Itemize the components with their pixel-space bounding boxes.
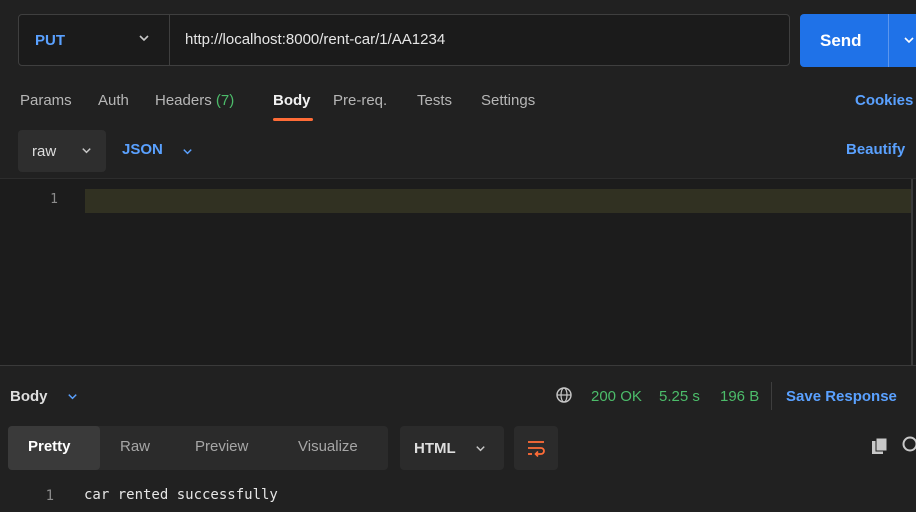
request-body-editor[interactable]: 1	[0, 178, 916, 366]
response-size[interactable]: 196 B	[720, 388, 759, 405]
editor-scrollbar[interactable]	[911, 179, 913, 365]
url-input[interactable]: http://localhost:8000/rent-car/1/AA1234	[185, 31, 445, 48]
tab-visualize[interactable]: Visualize	[298, 438, 358, 455]
url-bar: PUT http://localhost:8000/rent-car/1/AA1…	[18, 14, 790, 66]
tab-body[interactable]: Body	[273, 92, 311, 109]
globe-icon[interactable]	[555, 386, 573, 404]
active-tab-indicator	[273, 118, 313, 121]
tab-params[interactable]: Params	[20, 92, 72, 109]
editor-current-line[interactable]	[85, 189, 911, 213]
tab-pretty[interactable]: Pretty	[28, 438, 71, 455]
response-section-dropdown[interactable]: Body	[10, 388, 48, 405]
send-label: Send	[820, 30, 862, 50]
response-format-label: HTML	[414, 439, 456, 457]
tab-pre-request[interactable]: Pre-req.	[333, 92, 387, 109]
tab-tests[interactable]: Tests	[417, 92, 452, 109]
response-status[interactable]: 200 OK	[591, 388, 642, 405]
response-format-dropdown[interactable]: HTML	[400, 426, 504, 470]
divider	[771, 382, 772, 410]
body-mode-label: raw	[32, 142, 57, 160]
tab-headers-label: Headers	[155, 92, 212, 109]
tab-headers[interactable]: Headers (7)	[155, 92, 234, 109]
tab-raw[interactable]: Raw	[120, 438, 150, 455]
method-label: PUT	[35, 31, 65, 49]
tab-settings[interactable]: Settings	[481, 92, 535, 109]
send-button[interactable]: Send	[800, 14, 916, 67]
tab-preview[interactable]: Preview	[195, 438, 248, 455]
save-response-button[interactable]: Save Response	[786, 388, 897, 405]
body-format-dropdown[interactable]: JSON	[122, 141, 163, 158]
search-icon[interactable]	[901, 435, 916, 455]
editor-line-number: 1	[50, 192, 58, 207]
chevron-down-icon[interactable]	[902, 33, 916, 47]
send-divider	[888, 14, 889, 67]
cookies-link[interactable]: Cookies	[855, 92, 913, 109]
beautify-link[interactable]: Beautify	[846, 141, 905, 158]
chevron-down-icon	[82, 148, 91, 154]
copy-icon[interactable]	[871, 437, 889, 455]
response-line-number: 1	[45, 488, 54, 504]
chevron-down-icon	[139, 35, 149, 42]
tab-auth[interactable]: Auth	[98, 92, 129, 109]
chevron-down-icon[interactable]	[66, 390, 79, 403]
chevron-down-icon	[476, 446, 485, 452]
body-mode-dropdown[interactable]: raw	[18, 130, 106, 172]
tab-headers-count: (7)	[215, 92, 235, 109]
wrap-lines-icon	[528, 441, 545, 457]
wrap-lines-button[interactable]	[514, 426, 558, 470]
chevron-down-icon[interactable]	[181, 145, 194, 158]
response-body-text: car rented successfully	[84, 487, 278, 503]
method-selector[interactable]: PUT	[19, 15, 170, 65]
response-time[interactable]: 5.25 s	[659, 388, 700, 405]
response-view-tabs: Pretty Raw Preview Visualize	[8, 426, 388, 470]
